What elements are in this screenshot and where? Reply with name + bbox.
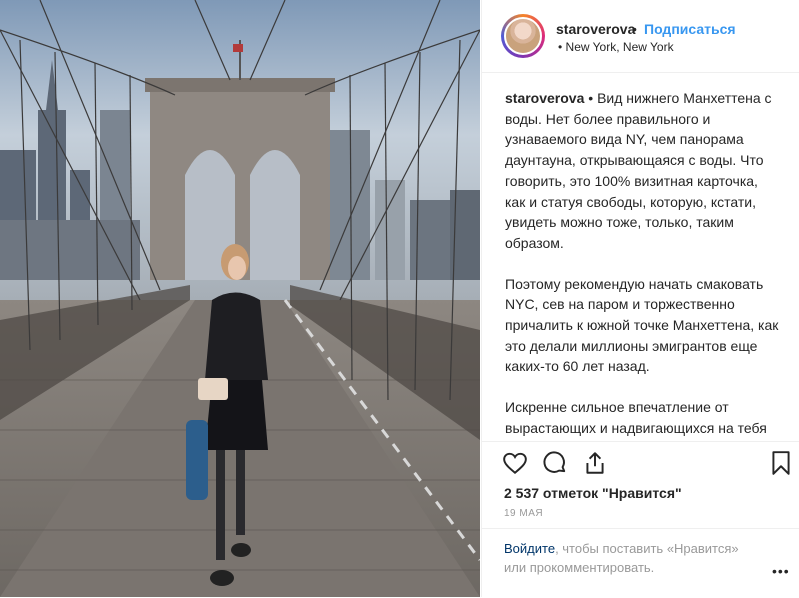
post-header: staroverova • Подписаться • New York, Ne…	[482, 0, 799, 73]
caption-username[interactable]: staroverova	[505, 90, 584, 106]
caption: staroverova • Вид нижнего Манхеттена с в…	[505, 88, 780, 440]
share-icon[interactable]	[582, 450, 608, 481]
follow-button[interactable]: Подписаться	[644, 21, 736, 37]
separator-dot: •	[632, 21, 637, 37]
post-date: 19 МАЯ	[504, 508, 544, 519]
caption-paragraph: Поэтому рекомендую начать смаковать NYC,…	[505, 275, 779, 375]
caption-paragraph: Искренне сильное впечатление от вырастаю…	[505, 399, 767, 436]
avatar-image	[504, 17, 542, 55]
location-link[interactable]: • New York, New York	[558, 40, 674, 54]
caption-paragraph: staroverova • Вид нижнего Манхеттена с в…	[505, 88, 780, 254]
caption-text: • Вид нижнего Манхеттена с воды. Нет бол…	[505, 90, 772, 251]
post-sidebar: staroverova • Подписаться • New York, Ne…	[481, 0, 799, 597]
comment-icon[interactable]	[542, 450, 568, 481]
username-link[interactable]: staroverova	[556, 21, 635, 37]
bookmark-icon[interactable]	[769, 450, 793, 481]
more-options-icon[interactable]: •••	[772, 563, 790, 579]
login-link[interactable]: Войдите	[504, 541, 555, 556]
heart-icon[interactable]	[502, 450, 528, 481]
login-prompt-text: Войдите, чтобы поставить «Нравится» или …	[504, 539, 764, 577]
brooklyn-bridge-photo	[0, 0, 480, 597]
action-bar	[482, 441, 799, 484]
avatar[interactable]	[501, 14, 545, 58]
login-prompt: Войдите, чтобы поставить «Нравится» или …	[482, 528, 799, 598]
likes-count[interactable]: 2 537 отметок "Нравится"	[504, 485, 682, 501]
post-photo[interactable]	[0, 0, 480, 597]
